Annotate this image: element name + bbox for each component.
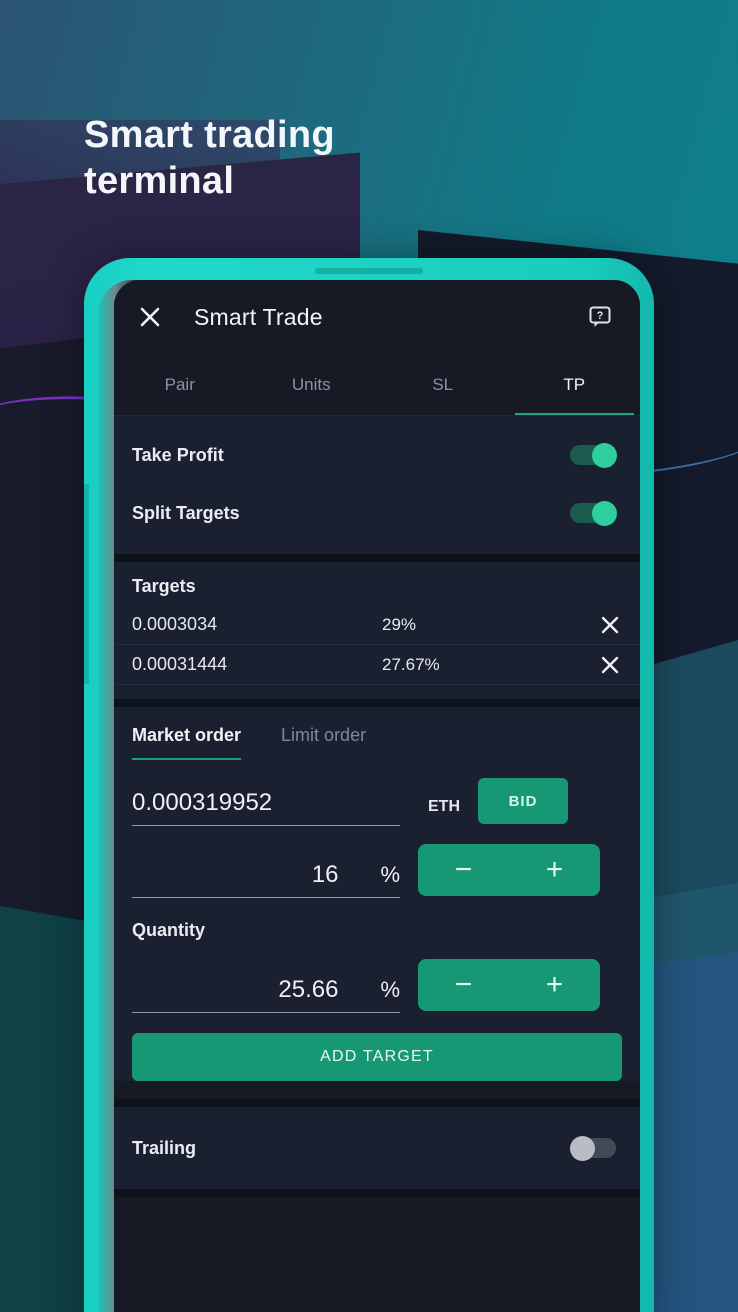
phone-speaker: [315, 268, 423, 274]
phone-mockup: Smart Trade ? Pair Units SL TP Take Prof…: [84, 258, 654, 1312]
target-price: 0.00031444: [132, 654, 228, 674]
order-type-tabs: Market order Limit order: [114, 707, 640, 760]
section-divider: [114, 1189, 640, 1197]
target-percent: 27.67%: [382, 654, 440, 674]
price-percent-row: 16 % − +: [114, 844, 640, 898]
help-bubble-icon: ?: [589, 306, 611, 327]
svg-text:?: ?: [597, 310, 604, 322]
tab-sl[interactable]: SL: [377, 354, 509, 415]
target-percent: 29%: [382, 614, 417, 634]
page-title: Smart Trade: [194, 303, 323, 330]
close-icon: [601, 656, 619, 673]
split-targets-label: Split Targets: [132, 502, 240, 523]
toggle-knob: [570, 1136, 595, 1161]
minus-icon[interactable]: −: [455, 855, 473, 885]
app-header: Smart Trade ?: [114, 280, 640, 354]
percent-unit: %: [380, 862, 400, 887]
quantity-stepper[interactable]: − +: [418, 959, 600, 1011]
price-percent-value: 16: [311, 861, 339, 888]
headline-line-2: terminal: [84, 160, 235, 203]
close-icon: [140, 307, 160, 327]
table-row[interactable]: 0.00031444 27.67%: [114, 645, 640, 685]
plus-icon[interactable]: +: [546, 855, 564, 885]
remove-target-button[interactable]: [600, 655, 620, 675]
quantity-value: 25.66: [278, 976, 339, 1003]
targets-card: Targets 0.0003034 29% 0.00031444 27.67%: [114, 562, 640, 699]
minus-icon[interactable]: −: [455, 970, 473, 1000]
targets-title: Targets: [132, 576, 196, 596]
switches-card: Take Profit Split Targets: [114, 416, 640, 554]
plus-icon[interactable]: +: [546, 970, 564, 1000]
table-row[interactable]: 0.0003034 29%: [114, 605, 640, 645]
split-targets-toggle[interactable]: [570, 501, 620, 526]
add-target-button[interactable]: ADD TARGET: [132, 1033, 622, 1081]
section-divider: [114, 1099, 640, 1107]
target-price: 0.0003034: [132, 614, 218, 634]
quantity-label: Quantity: [132, 920, 206, 940]
promo-headline: Smart trading terminal: [84, 112, 335, 205]
tab-pair[interactable]: Pair: [114, 354, 246, 415]
split-targets-row[interactable]: Split Targets: [114, 484, 640, 542]
take-profit-row[interactable]: Take Profit: [114, 426, 640, 484]
take-profit-label: Take Profit: [132, 444, 224, 465]
price-percent-stepper[interactable]: − +: [418, 844, 600, 896]
price-input[interactable]: 0.000319952: [132, 789, 400, 826]
asset-label: ETH: [428, 798, 460, 815]
help-button[interactable]: ?: [580, 297, 620, 337]
trailing-toggle[interactable]: [570, 1136, 620, 1161]
phone-side-button[interactable]: [84, 484, 89, 684]
phone-screen: Smart Trade ? Pair Units SL TP Take Prof…: [114, 280, 640, 1312]
promo-screenshot: Smart trading terminal Smart Trade ? Pai…: [0, 0, 738, 1312]
price-percent-input[interactable]: 16 %: [132, 861, 400, 898]
tab-units[interactable]: Units: [246, 354, 378, 415]
tab-tp[interactable]: TP: [509, 354, 641, 415]
percent-unit: %: [380, 977, 400, 1002]
order-card: Market order Limit order 0.000319952 ETH…: [114, 707, 640, 1081]
quantity-row: 25.66 % − +: [114, 959, 640, 1013]
tab-limit-order[interactable]: Limit order: [281, 725, 366, 760]
main-tabs: Pair Units SL TP: [114, 354, 640, 416]
tab-market-order[interactable]: Market order: [132, 725, 242, 760]
bid-button[interactable]: BID: [478, 778, 568, 824]
trailing-card: Trailing: [114, 1107, 640, 1189]
remove-target-button[interactable]: [600, 615, 620, 635]
quantity-input[interactable]: 25.66 %: [132, 976, 400, 1013]
section-divider: [114, 554, 640, 562]
section-divider: [114, 699, 640, 707]
trailing-row[interactable]: Trailing: [114, 1119, 640, 1177]
toggle-knob: [592, 501, 617, 526]
trailing-label: Trailing: [132, 1137, 197, 1158]
price-row: 0.000319952 ETH BID: [114, 778, 640, 826]
headline-line-1: Smart trading: [84, 114, 335, 156]
take-profit-toggle[interactable]: [570, 443, 620, 468]
close-button[interactable]: [130, 297, 170, 337]
close-icon: [601, 616, 619, 633]
price-value: 0.000319952: [132, 789, 273, 816]
toggle-knob: [592, 443, 617, 468]
